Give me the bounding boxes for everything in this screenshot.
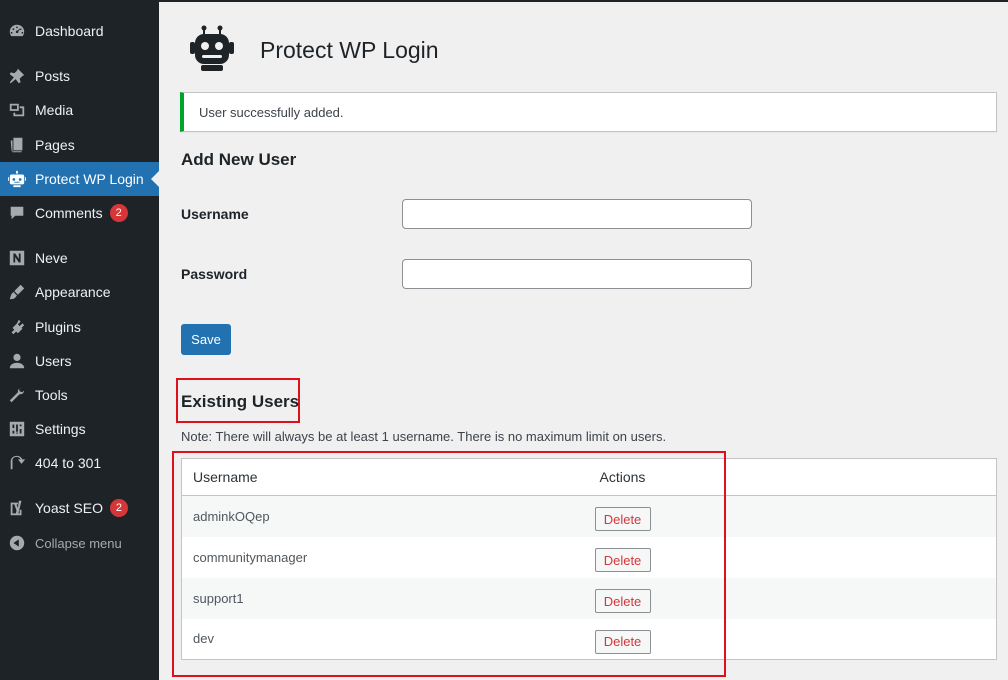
sidebar-item-label: Tools: [35, 387, 68, 403]
media-icon: [7, 100, 27, 120]
sidebar-item-comments[interactable]: Comments 2: [0, 196, 159, 230]
sidebar-item-label: Plugins: [35, 319, 81, 335]
yoast-icon: [7, 498, 27, 518]
sidebar-item-label: Posts: [35, 68, 71, 84]
page-title: Protect WP Login: [260, 37, 439, 63]
users-table-highlight: [172, 451, 726, 677]
yoast-notification-badge: 2: [109, 499, 128, 517]
redirect-icon: [7, 453, 27, 473]
brush-icon: [7, 282, 27, 302]
sidebar-item-label: Pages: [35, 137, 75, 153]
collapse-arrow-icon: [7, 533, 27, 553]
username-input[interactable]: [402, 199, 752, 229]
comment-icon: [7, 203, 27, 223]
sidebar-item-label: 404 to 301: [35, 455, 102, 471]
sidebar-item-label: Neve: [35, 250, 68, 266]
username-label: Username: [181, 206, 249, 222]
save-button[interactable]: Save: [181, 324, 231, 355]
sidebar-item-label: Settings: [35, 421, 86, 437]
robot-icon: [7, 169, 27, 189]
sidebar-item-posts[interactable]: Posts: [0, 59, 159, 93]
pin-icon: [7, 66, 27, 86]
add-user-heading: Add New User: [181, 150, 297, 169]
sidebar-item-label: Appearance: [35, 284, 111, 300]
sidebar-item-label: Comments: [35, 205, 103, 221]
sidebar-item-dashboard[interactable]: Dashboard: [0, 14, 159, 48]
plugin-icon: [7, 317, 27, 337]
notice-text: User successfully added.: [199, 104, 344, 120]
sidebar-item-users[interactable]: Users: [0, 344, 159, 378]
sidebar-item-appearance[interactable]: Appearance: [0, 275, 159, 309]
wrench-icon: [7, 385, 27, 405]
sidebar-item-settings[interactable]: Settings: [0, 412, 159, 446]
pages-icon: [7, 135, 27, 155]
success-notice: User successfully added.: [180, 92, 997, 132]
sidebar-item-yoast-seo[interactable]: Yoast SEO 2: [0, 491, 159, 525]
dashboard-icon: [7, 21, 27, 41]
neve-icon: [7, 248, 27, 268]
sidebar-item-plugins[interactable]: Plugins: [0, 310, 159, 344]
sidebar-item-pages[interactable]: Pages: [0, 128, 159, 162]
settings-icon: [7, 419, 27, 439]
collapse-menu-label: Collapse menu: [35, 535, 122, 551]
password-label: Password: [181, 266, 248, 282]
sidebar-item-label: Yoast SEO: [35, 500, 103, 516]
sidebar-item-protect-wp-login[interactable]: Protect WP Login: [0, 162, 159, 196]
sidebar-item-404-to-301[interactable]: 404 to 301: [0, 446, 159, 480]
sidebar-item-label: Dashboard: [35, 23, 104, 39]
main-content: Protect WP Login User successfully added…: [159, 0, 1008, 680]
collapse-menu-button[interactable]: Collapse menu: [0, 526, 159, 560]
sidebar-item-label: Media: [35, 102, 74, 118]
existing-users-heading: Existing Users: [181, 392, 300, 411]
sidebar-item-neve[interactable]: Neve: [0, 241, 159, 275]
sidebar-item-media[interactable]: Media: [0, 93, 159, 127]
user-icon: [7, 351, 27, 371]
sidebar-item-label: Users: [35, 353, 72, 369]
robot-logo-icon: [190, 25, 234, 71]
sidebar-item-tools[interactable]: Tools: [0, 378, 159, 412]
password-input[interactable]: [402, 259, 752, 289]
top-border: [159, 0, 1008, 2]
admin-sidebar: Dashboard Posts Media Pages Protect WP L…: [0, 0, 159, 680]
comments-count-badge: 2: [109, 204, 128, 222]
users-note: Note: There will always be at least 1 us…: [181, 429, 667, 444]
sidebar-item-label: Protect WP Login: [35, 171, 144, 187]
